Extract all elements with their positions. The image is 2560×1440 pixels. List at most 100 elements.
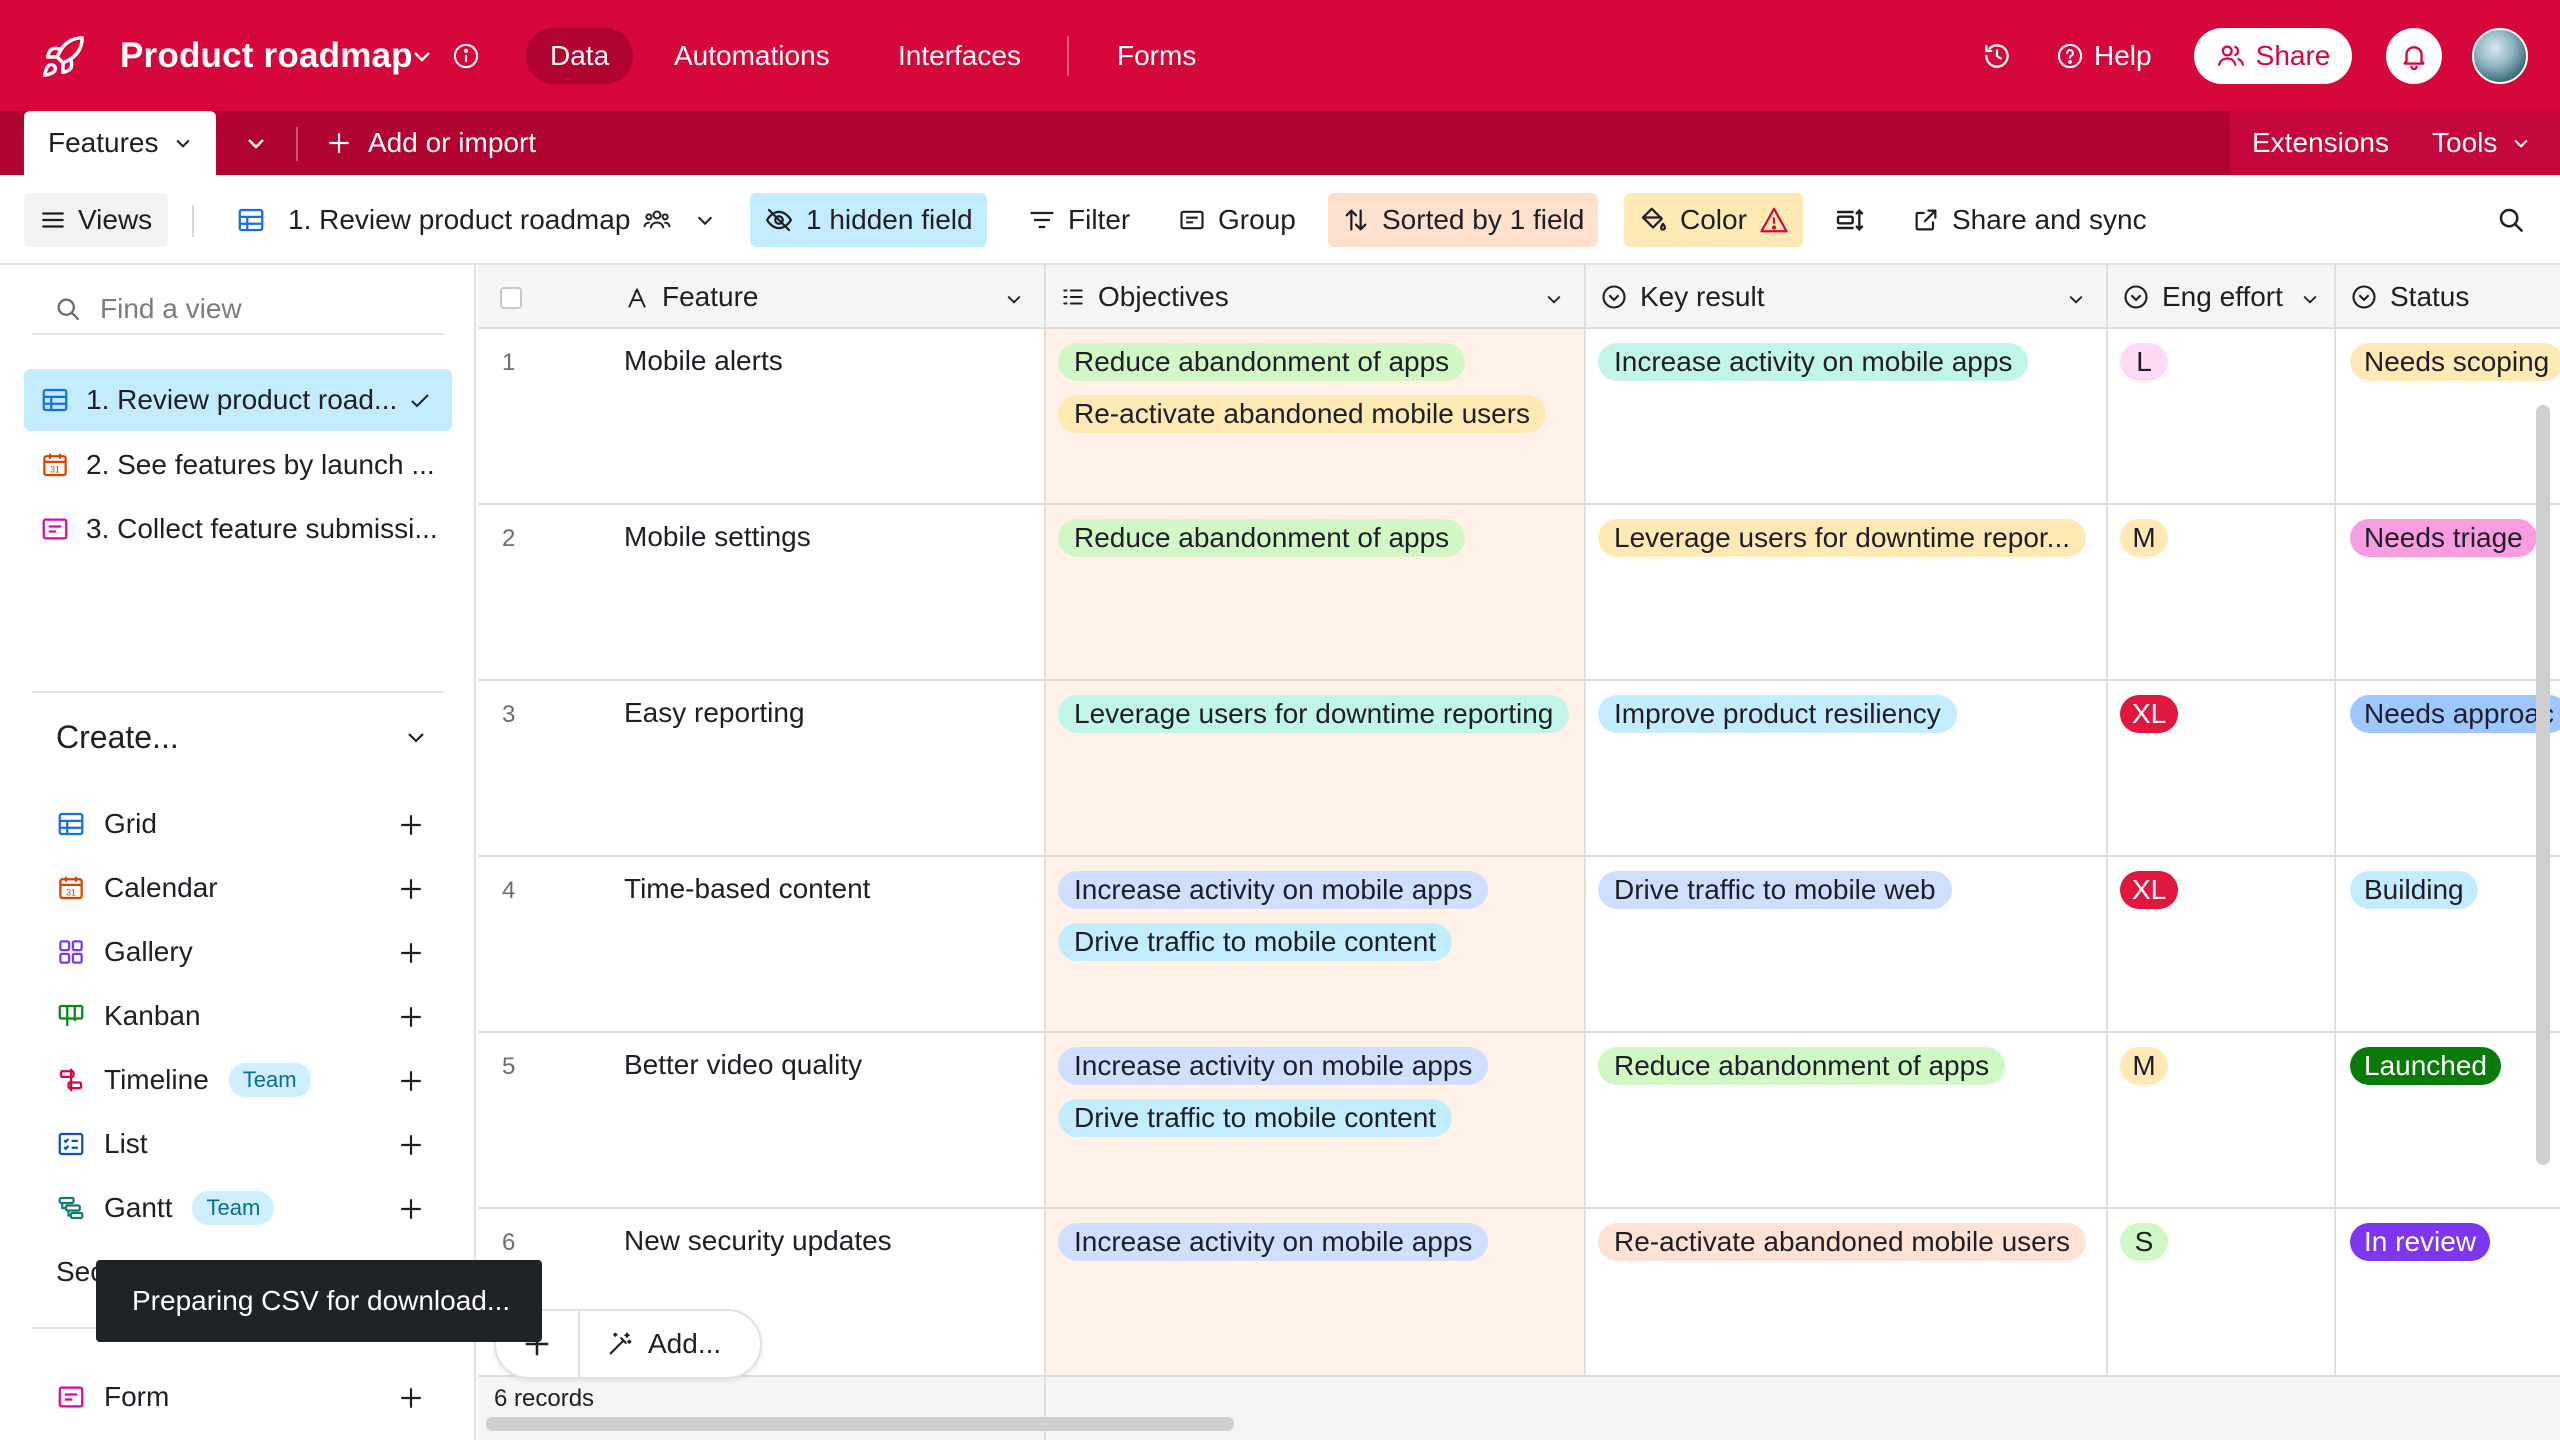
nav-tab-automations[interactable]: Automations (650, 28, 854, 84)
key-result-tag: Re-activate abandoned mobile users (1598, 1223, 2087, 1261)
help-button[interactable]: Help (2056, 34, 2152, 78)
effort-badge: XL (2120, 695, 2179, 733)
create-gantt-view[interactable]: Gantt Team (56, 1186, 424, 1230)
create-kanban-view[interactable]: Kanban (56, 994, 424, 1038)
info-icon[interactable] (452, 42, 480, 70)
objectives-cell[interactable]: Increase activity on mobile apps Drive t… (1046, 857, 1586, 1031)
base-title[interactable]: Product roadmap (120, 32, 413, 80)
status-cell[interactable]: In review (2336, 1209, 2560, 1383)
sidebar-view-2[interactable]: 31 2. See features by launch ... (24, 434, 452, 496)
column-header-feature[interactable]: Feature (478, 265, 1046, 329)
extensions-button[interactable]: Extensions (2252, 123, 2389, 163)
feature-cell[interactable]: 4 Time-based content (478, 857, 1046, 1031)
hidden-fields-button[interactable]: 1 hidden field (750, 193, 987, 247)
column-header-status[interactable]: Status (2336, 265, 2560, 329)
status-cell[interactable]: Needs approac (2336, 681, 2560, 855)
rocket-logo-icon[interactable] (40, 34, 86, 80)
add-or-import-label: Add or import (368, 127, 537, 158)
nav-tab-interfaces[interactable]: Interfaces (874, 28, 1045, 84)
table-tabs-bar: Features Add or import Extensions Tools (0, 111, 2560, 175)
key-result-cell[interactable]: Increase activity on mobile apps (1586, 329, 2108, 503)
status-cell[interactable]: Needs triage (2336, 505, 2560, 679)
filter-button[interactable]: Filter (1014, 193, 1144, 247)
column-header-objectives[interactable]: Objectives (1046, 265, 1586, 329)
chevron-down-icon[interactable] (410, 44, 434, 68)
create-calendar-view[interactable]: 31 Calendar (56, 866, 424, 910)
select-all-checkbox[interactable] (500, 287, 522, 309)
status-cell[interactable]: Launched (2336, 1033, 2560, 1207)
user-avatar[interactable] (2472, 28, 2528, 84)
status-cell[interactable]: Building (2336, 857, 2560, 1031)
search-icon[interactable] (2496, 205, 2526, 235)
eng-effort-cell[interactable]: M (2108, 1033, 2336, 1207)
column-header-key-result[interactable]: Key result (1586, 265, 2108, 329)
row-height-icon[interactable] (1820, 193, 1880, 247)
chevron-down-icon[interactable] (1544, 289, 1564, 309)
table-row[interactable]: 1 Mobile alerts Reduce abandonment of ap… (478, 329, 2560, 505)
sidebar-view-1[interactable]: 1. Review product road... (24, 369, 452, 431)
objectives-cell[interactable]: Reduce abandonment of apps (1046, 505, 1586, 679)
vertical-scrollbar[interactable] (2536, 405, 2550, 1165)
status-cell[interactable]: Needs scoping (2336, 329, 2560, 503)
create-grid-view[interactable]: Grid (56, 802, 424, 846)
table-row[interactable]: 4 Time-based content Increase activity o… (478, 857, 2560, 1033)
key-result-cell[interactable]: Reduce abandonment of apps (1586, 1033, 2108, 1207)
feature-cell[interactable]: 1 Mobile alerts (478, 329, 1046, 503)
csv-download-toast: Preparing CSV for download... (96, 1260, 542, 1342)
key-result-cell[interactable]: Improve product resiliency (1586, 681, 2108, 855)
create-view-section-header[interactable]: Create... (56, 717, 428, 757)
current-view-selector[interactable]: 1. Review product roadmap (222, 193, 730, 247)
table-row[interactable]: 2 Mobile settings Reduce abandonment of … (478, 505, 2560, 681)
color-button[interactable]: Color (1624, 193, 1803, 247)
create-list-view[interactable]: List (56, 1122, 424, 1166)
key-result-cell[interactable]: Re-activate abandoned mobile users (1586, 1209, 2108, 1383)
objectives-cell[interactable]: Increase activity on mobile apps Drive t… (1046, 1033, 1586, 1207)
create-timeline-view[interactable]: Timeline Team (56, 1058, 424, 1102)
eng-effort-cell[interactable]: L (2108, 329, 2336, 503)
table-row[interactable]: 3 Easy reporting Leverage users for down… (478, 681, 2560, 857)
chevron-down-icon[interactable] (2300, 289, 2320, 309)
eng-effort-cell[interactable]: XL (2108, 681, 2336, 855)
tools-button[interactable]: Tools (2432, 123, 2531, 163)
key-result-cell[interactable]: Leverage users for downtime repor... (1586, 505, 2108, 679)
feature-cell[interactable]: 2 Mobile settings (478, 505, 1046, 679)
key-result-cell[interactable]: Drive traffic to mobile web (1586, 857, 2108, 1031)
group-button[interactable]: Group (1164, 193, 1310, 247)
notifications-bell-icon[interactable] (2386, 28, 2442, 84)
sort-button[interactable]: Sorted by 1 field (1328, 193, 1599, 247)
nav-tab-data[interactable]: Data (526, 28, 634, 84)
objectives-cell[interactable]: Leverage users for downtime reporting (1046, 681, 1586, 855)
horizontal-scrollbar[interactable] (486, 1417, 1234, 1431)
share-button[interactable]: Share (2194, 28, 2352, 84)
kanban-view-icon (56, 1001, 86, 1031)
chevron-down-icon (2511, 133, 2531, 153)
objectives-cell[interactable]: Increase activity on mobile apps (1046, 1209, 1586, 1383)
column-header-eng-effort[interactable]: Eng effort (2108, 265, 2336, 329)
eng-effort-cell[interactable]: XL (2108, 857, 2336, 1031)
find-view-input[interactable]: Find a view (32, 285, 444, 335)
add-with-ai-button[interactable]: Add... (580, 1328, 721, 1360)
share-and-sync-button[interactable]: Share and sync (1898, 193, 2161, 247)
table-row[interactable]: 5 Better video quality Increase activity… (478, 1033, 2560, 1209)
table-row[interactable]: 6 New security updates Increase activity… (478, 1209, 2560, 1385)
sidebar-view-3[interactable]: 3. Collect feature submissi... (24, 498, 452, 560)
gallery-view-icon (56, 937, 86, 967)
feature-cell[interactable]: 3 Easy reporting (478, 681, 1046, 855)
create-gallery-view[interactable]: Gallery (56, 930, 424, 974)
eng-effort-cell[interactable]: S (2108, 1209, 2336, 1383)
eng-effort-cell[interactable]: M (2108, 505, 2336, 679)
table-tab-features[interactable]: Features (24, 111, 216, 175)
status-badge: Building (2350, 871, 2478, 909)
nav-divider (1067, 36, 1069, 76)
objectives-cell[interactable]: Reduce abandonment of apps Re-activate a… (1046, 329, 1586, 503)
more-tables-chevron-icon[interactable] (244, 131, 268, 155)
create-form-view[interactable]: Form (56, 1375, 424, 1419)
team-plan-badge: Team (228, 1063, 311, 1097)
views-toggle-button[interactable]: Views (24, 193, 169, 247)
add-or-import-button[interactable]: Add or import (326, 123, 536, 163)
chevron-down-icon[interactable] (1004, 289, 1024, 309)
nav-tab-forms[interactable]: Forms (1093, 28, 1220, 84)
feature-cell[interactable]: 5 Better video quality (478, 1033, 1046, 1207)
history-icon[interactable] (1982, 41, 2012, 71)
chevron-down-icon[interactable] (2066, 289, 2086, 309)
